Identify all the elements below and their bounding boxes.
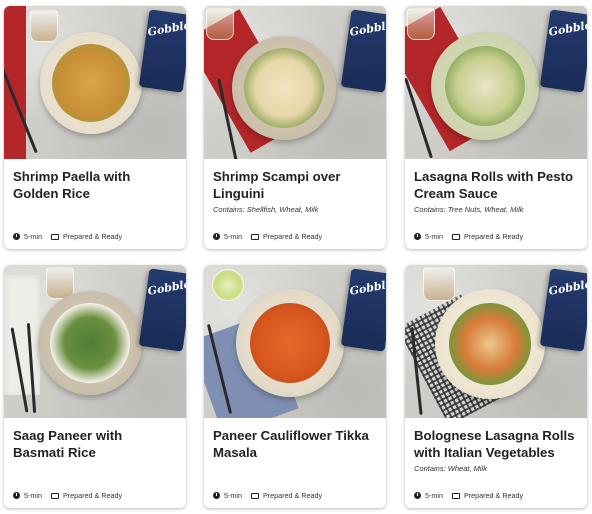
meal-photo[interactable]: Gobble bbox=[405, 265, 587, 418]
meal-meta: 5-min Prepared & Ready bbox=[213, 491, 322, 500]
prep-style: Prepared & Ready bbox=[62, 491, 123, 500]
tray-icon bbox=[451, 492, 460, 499]
meal-card[interactable]: Gobble Bolognese Lasagna Rolls with Ital… bbox=[405, 265, 587, 508]
meal-card[interactable]: Gobble Paneer Cauliflower Tikka Masala 5… bbox=[204, 265, 386, 508]
meal-title[interactable]: Bolognese Lasagna Rolls with Italian Veg… bbox=[414, 427, 578, 461]
meal-title[interactable]: Paneer Cauliflower Tikka Masala bbox=[213, 427, 377, 461]
meal-meta: 5-min Prepared & Ready bbox=[414, 232, 523, 241]
tray-icon bbox=[451, 233, 460, 240]
prep-time: 5-min bbox=[224, 491, 242, 500]
allergen-note bbox=[13, 464, 177, 474]
prep-style: Prepared & Ready bbox=[262, 491, 323, 500]
tray-icon bbox=[50, 492, 59, 499]
prep-style: Prepared & Ready bbox=[62, 232, 123, 241]
meal-card[interactable]: Gobble Lasagna Rolls with Pesto Cream Sa… bbox=[405, 6, 587, 249]
meal-title[interactable]: Shrimp Paella with Golden Rice bbox=[13, 168, 177, 202]
clock-icon bbox=[414, 233, 421, 240]
tray-icon bbox=[250, 233, 259, 240]
allergen-note bbox=[213, 464, 377, 474]
meal-photo[interactable]: Gobble bbox=[4, 265, 186, 418]
meal-grid: Gobble Shrimp Paella with Golden Rice 5-… bbox=[0, 0, 592, 514]
tray-icon bbox=[250, 492, 259, 499]
prep-style: Prepared & Ready bbox=[262, 232, 323, 241]
meal-meta: 5-min Prepared & Ready bbox=[414, 491, 523, 500]
meal-title[interactable]: Lasagna Rolls with Pesto Cream Sauce bbox=[414, 168, 578, 202]
prep-style: Prepared & Ready bbox=[463, 232, 524, 241]
meal-title[interactable]: Saag Paneer with Basmati Rice bbox=[13, 427, 177, 461]
meal-photo[interactable]: Gobble bbox=[204, 265, 386, 418]
allergen-note: Contains: Wheat, Milk bbox=[414, 464, 487, 473]
meal-card[interactable]: Gobble Saag Paneer with Basmati Rice 5-m… bbox=[4, 265, 186, 508]
allergen-note: Contains: Shellfish, Wheat, Milk bbox=[213, 205, 319, 214]
meal-photo[interactable]: Gobble bbox=[204, 6, 386, 159]
meal-title[interactable]: Shrimp Scampi over Linguini bbox=[213, 168, 377, 202]
allergen-note bbox=[13, 205, 177, 215]
prep-time: 5-min bbox=[224, 232, 242, 241]
meal-photo[interactable]: Gobble bbox=[405, 6, 587, 159]
clock-icon bbox=[213, 492, 220, 499]
meal-meta: 5-min Prepared & Ready bbox=[13, 232, 122, 241]
clock-icon bbox=[213, 233, 220, 240]
clock-icon bbox=[13, 233, 20, 240]
meal-photo[interactable]: Gobble bbox=[4, 6, 186, 159]
meal-meta: 5-min Prepared & Ready bbox=[13, 491, 122, 500]
clock-icon bbox=[414, 492, 421, 499]
clock-icon bbox=[13, 492, 20, 499]
allergen-note: Contains: Tree Nuts, Wheat, Milk bbox=[414, 205, 524, 214]
meal-meta: 5-min Prepared & Ready bbox=[213, 232, 322, 241]
meal-card[interactable]: Gobble Shrimp Scampi over Linguini Conta… bbox=[204, 6, 386, 249]
prep-time: 5-min bbox=[425, 232, 443, 241]
prep-time: 5-min bbox=[24, 491, 42, 500]
meal-card[interactable]: Gobble Shrimp Paella with Golden Rice 5-… bbox=[4, 6, 186, 249]
tray-icon bbox=[50, 233, 59, 240]
prep-time: 5-min bbox=[24, 232, 42, 241]
prep-time: 5-min bbox=[425, 491, 443, 500]
prep-style: Prepared & Ready bbox=[463, 491, 524, 500]
